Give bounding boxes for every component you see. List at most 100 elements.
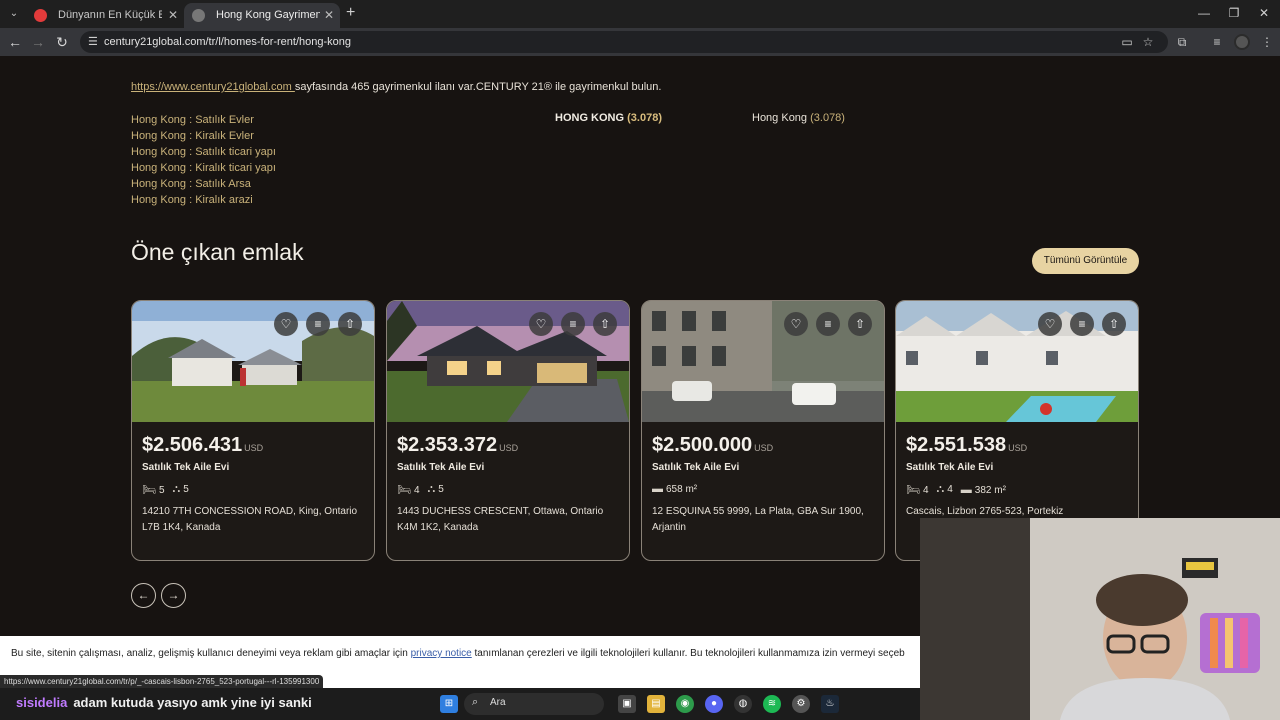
listing-price: $2.353.372 USD [397, 434, 518, 457]
listing-price: $2.551.538 USD [906, 434, 1027, 457]
spotify-icon[interactable]: ≋ [763, 695, 781, 713]
region-name: Hong Kong [752, 112, 808, 124]
reload-icon[interactable]: ↻ [52, 32, 72, 52]
cast-icon[interactable]: ▭ [1118, 33, 1136, 51]
compare-list-icon[interactable]: ≡ [561, 312, 585, 336]
area-value: 382 m² [974, 484, 1006, 496]
media-icon[interactable]: ≡ [1208, 33, 1226, 51]
bath-count: 4 [947, 484, 953, 495]
task-view-icon[interactable]: ▣ [618, 695, 636, 713]
carousel-next-button[interactable]: → [161, 583, 186, 608]
kebab-menu-icon[interactable]: ⋮ [1258, 33, 1276, 51]
listing-type: Satılık Tek Aile Evi [397, 462, 485, 473]
close-window-icon[interactable]: ✕ [1250, 4, 1278, 22]
file-explorer-icon[interactable]: ▤ [647, 695, 665, 713]
bed-icon: 🛏 [142, 484, 156, 496]
steam-icon[interactable]: ♨ [821, 695, 839, 713]
quick-link[interactable]: Hong Kong : Satılık Evler [131, 112, 276, 128]
cookie-text-before: Bu site, sitenin çalışması, analiz, geli… [11, 648, 411, 659]
price-value: $2.353.372 [397, 434, 498, 456]
quick-link[interactable]: Hong Kong : Kiralık Evler [131, 128, 276, 144]
quick-link[interactable]: Hong Kong : Kiralık arazi [131, 192, 276, 208]
close-tab-icon[interactable]: ✕ [324, 3, 334, 28]
restore-icon[interactable]: ❐ [1220, 4, 1248, 22]
carousel-prev-button[interactable]: ← [131, 583, 156, 608]
area-ruler-icon: ▬ [652, 483, 663, 495]
back-icon[interactable]: ← [5, 32, 25, 52]
listing-address: 12 ESQUINA 55 9999, La Plata, GBA Sur 19… [652, 506, 864, 533]
chrome-icon[interactable]: ◉ [676, 695, 694, 713]
featured-title: Öne çıkan emlak [131, 239, 304, 265]
century21-link[interactable]: https://www.century21global.com [131, 81, 295, 93]
bath-icon: ⛬ [427, 483, 436, 495]
area-value: 658 m² [666, 484, 698, 495]
region-link-bold[interactable]: HONG KONG (3.078) [555, 112, 662, 124]
discord-icon[interactable]: ● [705, 695, 723, 713]
favorite-heart-icon[interactable]: ♡ [1038, 312, 1062, 336]
link-status-url: https://www.century21global.com/tr/p/_-c… [0, 675, 324, 688]
extensions-icon[interactable]: ⧉ [1173, 33, 1191, 51]
address-url[interactable]: century21global.com/tr/l/homes-for-rent/… [104, 31, 351, 53]
quick-link[interactable]: Hong Kong : Satılık ticari yapı [131, 144, 276, 160]
tab-search-chevron-icon[interactable]: ⌄ [4, 5, 24, 23]
windows-start-icon[interactable]: ⊞ [440, 695, 458, 713]
compare-list-icon[interactable]: ≡ [306, 312, 330, 336]
new-tab-plus-icon[interactable]: + [346, 4, 362, 22]
settings-gear-icon[interactable]: ⚙ [792, 695, 810, 713]
obs-icon[interactable]: ◍ [734, 695, 752, 713]
listing-features: 🛏 4 ⛬ 4 ▬ 382 m² [906, 483, 1006, 496]
listing-address: 1443 DUCHESS CRESCENT, Ottawa, Ontario K… [397, 506, 604, 533]
bed-count: 5 [158, 485, 165, 496]
os-taskbar: sisidelia adam kutuda yasıyo amk yine iyi… [0, 688, 920, 720]
address-bar[interactable]: ☰ century21global.com/tr/l/homes-for-ren… [80, 31, 1168, 53]
listing-type: Satılık Tek Aile Evi [652, 462, 740, 473]
profile-avatar[interactable] [1234, 34, 1250, 50]
listing-card[interactable]: ♡ ≡ ⇧ $2.506.431 USD Satılık Tek Aile Evi… [131, 300, 375, 561]
tab-title: Dünyanın En Küçük Evleri: 1,5 m [58, 9, 162, 21]
browser-toolbar: ← → ↻ ☰ century21global.com/tr/l/homes-f… [0, 28, 1280, 56]
taskbar-search[interactable]: ⌕ Ara [464, 693, 604, 715]
share-icon[interactable]: ⇧ [593, 312, 617, 336]
area-ruler-icon: ▬ [960, 483, 972, 496]
share-icon[interactable]: ⇧ [338, 312, 362, 336]
bed-icon: 🛏 [397, 484, 411, 496]
listing-features: ▬ 658 m² [652, 483, 697, 495]
region-count: (3.078) [627, 112, 662, 124]
view-all-button[interactable]: Tümünü Görüntüle [1032, 248, 1139, 274]
listing-card[interactable]: ♡ ≡ ⇧ $2.500.000 USD Satılık Tek Aile Evi… [641, 300, 885, 561]
favorite-heart-icon[interactable]: ♡ [529, 312, 553, 336]
region-name: HONG KONG [555, 112, 625, 124]
compare-list-icon[interactable]: ≡ [816, 312, 840, 336]
listing-address: 14210 7TH CONCESSION ROAD, King, Ontario… [142, 506, 358, 533]
cookie-text-after: tanımlanan çerezleri ve ilgili teknoloji… [471, 648, 905, 659]
share-icon[interactable]: ⇧ [1102, 312, 1126, 336]
favorite-heart-icon[interactable]: ♡ [784, 312, 808, 336]
quick-link[interactable]: Hong Kong : Satılık Arsa [131, 176, 276, 192]
listing-card[interactable]: ♡ ≡ ⇧ $2.353.372 USD Satılık Tek Aile Evi… [386, 300, 630, 561]
bath-count: 5 [438, 484, 444, 495]
privacy-notice-link[interactable]: privacy notice [411, 648, 472, 659]
listing-price: $2.506.431 USD [142, 434, 263, 457]
bed-icon: 🛏 [906, 484, 920, 496]
listing-type: Satılık Tek Aile Evi [142, 462, 230, 473]
price-currency: USD [754, 443, 774, 453]
quick-link[interactable]: Hong Kong : Kiralık ticari yapı [131, 160, 276, 176]
bath-icon: ⛬ [936, 483, 945, 495]
browser-tab[interactable]: Dünyanın En Küçük Evleri: 1,5 m ✕ [26, 3, 184, 28]
compare-list-icon[interactable]: ≡ [1070, 312, 1094, 336]
cookie-text: Bu site, sitenin çalışması, analiz, geli… [11, 648, 905, 659]
youtube-favicon-icon [34, 9, 47, 22]
forward-icon[interactable]: → [28, 32, 48, 52]
share-icon[interactable]: ⇧ [848, 312, 872, 336]
bookmark-star-icon[interactable]: ☆ [1139, 33, 1157, 51]
region-link[interactable]: Hong Kong (3.078) [752, 112, 845, 124]
close-tab-icon[interactable]: ✕ [168, 3, 178, 28]
browser-tab-bar: ⌄ Dünyanın En Küçük Evleri: 1,5 m ✕ Hong… [0, 0, 1280, 28]
price-value: $2.551.538 [906, 434, 1007, 456]
browser-tab-active[interactable]: Hong Kong Gayrimenkul ve Sat ✕ [184, 3, 340, 28]
price-value: $2.506.431 [142, 434, 243, 456]
minimize-icon[interactable]: — [1190, 4, 1218, 22]
site-info-icon[interactable]: ☰ [88, 35, 98, 48]
price-currency: USD [499, 443, 519, 453]
favorite-heart-icon[interactable]: ♡ [274, 312, 298, 336]
